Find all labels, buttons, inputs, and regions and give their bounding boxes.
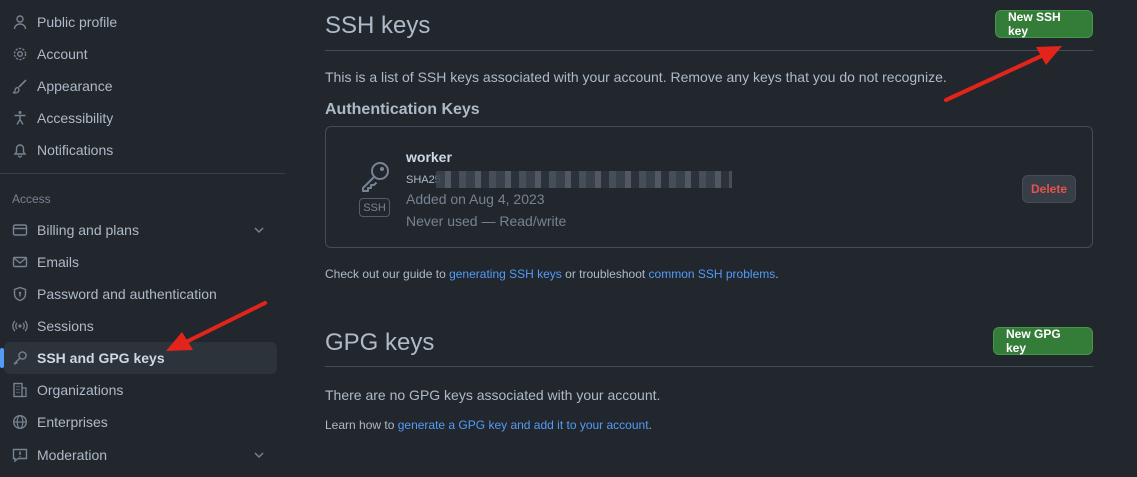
section-divider [325,50,1093,51]
sidebar-item-label: Billing and plans [37,222,139,238]
common-ssh-problems-link[interactable]: common SSH problems [649,267,776,281]
sidebar-item-label: Password and authentication [37,286,217,302]
sidebar-item-password-authentication[interactable]: Password and authentication [4,278,277,310]
sidebar-divider [0,173,285,174]
sidebar-item-public-profile[interactable]: Public profile [4,6,277,38]
sidebar-item-label: SSH and GPG keys [37,350,165,366]
ssh-description: This is a list of SSH keys associated wi… [325,69,947,85]
ssh-key-title: worker [406,149,452,165]
sidebar-item-notifications[interactable]: Notifications [4,134,277,166]
mail-icon [12,254,28,270]
credit-card-icon [12,222,28,238]
annotation-arrow [944,46,1062,102]
ssh-keys-title: SSH keys [325,12,431,39]
generating-ssh-keys-link[interactable]: generating SSH keys [449,267,562,281]
sidebar-section-heading: Access [12,192,51,206]
accessibility-icon [12,110,28,126]
paintbrush-icon [12,78,28,94]
gpg-empty-text: There are no GPG keys associated with yo… [325,387,661,403]
sidebar-item-accessibility[interactable]: Accessibility [4,102,277,134]
sidebar-item-billing[interactable]: Billing and plans [4,214,277,246]
delete-key-button[interactable]: Delete [1022,175,1076,203]
sidebar-item-label: Organizations [37,382,124,398]
sidebar-item-label: Appearance [37,78,113,94]
sidebar-item-label: Sessions [37,318,94,334]
sidebar-item-label: Notifications [37,142,114,158]
ssh-key-item: SSH worker SHA25 Added on Aug 4, 2023 Ne… [325,126,1093,248]
gpg-keys-title: GPG keys [325,329,435,356]
globe-icon [12,414,28,430]
sidebar-item-sessions[interactable]: Sessions [4,310,277,342]
sidebar-item-moderation[interactable]: Moderation [4,439,277,471]
redacted-fingerprint [436,171,732,188]
sidebar-item-emails[interactable]: Emails [4,246,277,278]
generate-gpg-key-link[interactable]: generate a GPG key and add it to your ac… [398,418,649,432]
sidebar-item-enterprises[interactable]: Enterprises [4,406,277,438]
gpg-learn-text: Learn how to generate a GPG key and add … [325,418,652,432]
new-ssh-key-button[interactable]: New SSH key [995,10,1093,38]
sidebar-item-label: Emails [37,254,80,270]
ssh-key-added-date: Added on Aug 4, 2023 [406,191,545,207]
bell-icon [12,142,28,158]
sidebar-item-label: Enterprises [37,414,108,430]
ssh-key-usage: Never used — Read/write [406,213,567,229]
sidebar-item-organizations[interactable]: Organizations [4,374,277,406]
settings-sidebar: Public profile Account Appearance Access… [0,0,285,477]
shield-lock-icon [12,286,28,302]
sidebar-item-appearance[interactable]: Appearance [4,70,277,102]
sidebar-item-label: Moderation [37,447,108,463]
report-icon [12,447,28,463]
chevron-down-icon[interactable] [251,222,267,238]
sidebar-item-account[interactable]: Account [4,38,277,70]
ssh-guide-text: Check out our guide to generating SSH ke… [325,267,779,281]
sidebar-item-label: Account [37,46,88,62]
ssh-type-badge: SSH [359,198,390,217]
organization-icon [12,382,28,398]
sidebar-item-ssh-gpg-keys[interactable]: SSH and GPG keys [0,342,277,374]
gear-icon [12,46,28,62]
broadcast-icon [12,318,28,334]
section-divider [325,366,1093,367]
sidebar-item-label: Public profile [37,14,118,30]
authentication-keys-heading: Authentication Keys [325,101,480,118]
key-icon [12,350,28,366]
key-icon [359,159,393,193]
person-icon [12,14,28,30]
new-gpg-key-button[interactable]: New GPG key [993,327,1093,355]
sidebar-item-label: Accessibility [37,110,114,126]
chevron-down-icon[interactable] [251,447,267,463]
